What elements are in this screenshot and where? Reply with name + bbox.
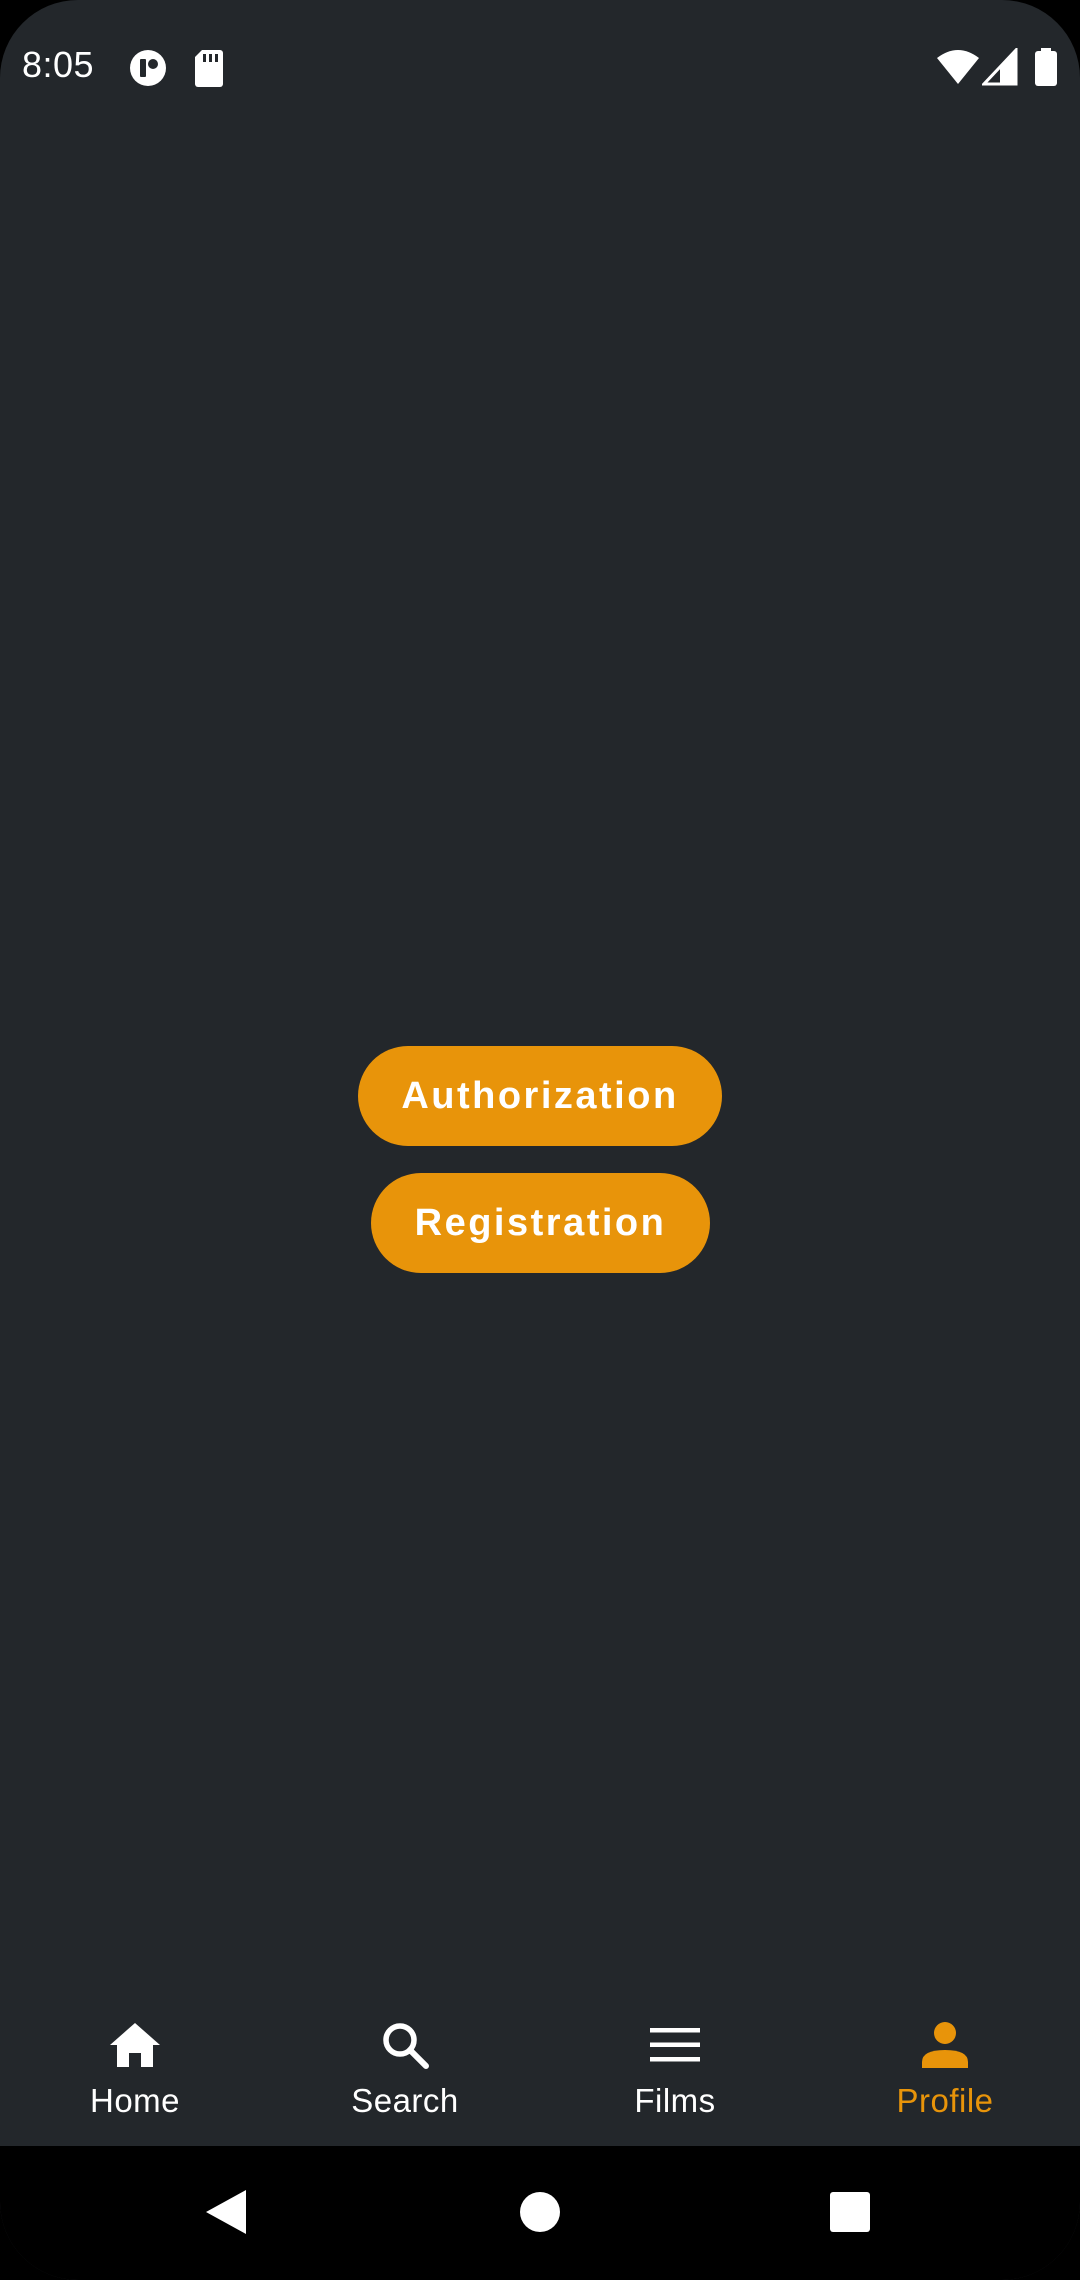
battery-icon — [1034, 48, 1058, 91]
registration-button[interactable]: Registration — [371, 1173, 710, 1273]
bottom-navigation: Home Search Films Profile — [0, 1990, 1080, 2146]
person-icon — [918, 2018, 972, 2072]
nav-item-home[interactable]: Home — [0, 1990, 270, 2146]
nav-label-home: Home — [89, 2082, 181, 2119]
nav-item-profile[interactable]: Profile — [810, 1990, 1080, 2146]
menu-icon — [648, 2018, 702, 2072]
nav-label-films: Films — [634, 2082, 716, 2119]
status-time: 8:05 — [22, 44, 95, 85]
app-screen: 8:05 Authorization Registration Home Sea… — [0, 0, 1080, 2280]
home-circle-icon[interactable] — [520, 2192, 560, 2237]
system-navigation-bar — [0, 2146, 1080, 2280]
nav-item-films[interactable]: Films — [540, 1990, 810, 2146]
search-icon — [378, 2018, 432, 2072]
recents-icon[interactable] — [830, 2192, 870, 2237]
wifi-icon — [936, 48, 980, 91]
nav-label-search: Search — [351, 2082, 459, 2119]
authorization-button[interactable]: Authorization — [358, 1046, 722, 1146]
back-icon[interactable] — [204, 2188, 248, 2241]
cell-signal-icon — [980, 46, 1018, 91]
nav-item-search[interactable]: Search — [270, 1990, 540, 2146]
status-bar: 8:05 — [0, 0, 1080, 136]
sd-card-icon — [194, 48, 224, 93]
home-icon — [108, 2018, 162, 2072]
nav-label-profile: Profile — [896, 2082, 994, 2119]
app-notification-icon — [128, 48, 168, 93]
